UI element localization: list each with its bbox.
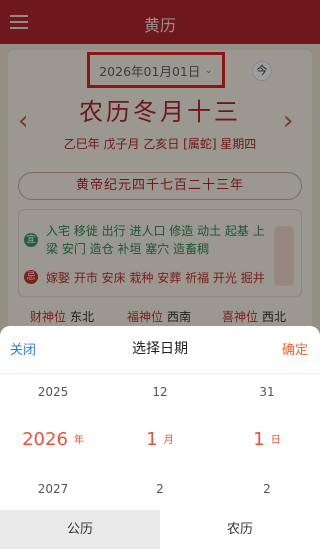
day-picker[interactable]: 31 1日 2 (214, 374, 320, 510)
day-value: 1 (253, 429, 265, 450)
day-unit: 日 (270, 435, 281, 446)
month-prev[interactable]: 12 (107, 385, 213, 399)
year-current[interactable]: 2026 年 (0, 429, 106, 450)
tab-lunar[interactable]: 农历 (160, 510, 320, 549)
year-picker[interactable]: 2025 2026 年 2027 (0, 374, 106, 510)
year-unit: 年 (73, 435, 84, 446)
calendar-type-tabs: 公历 农历 (0, 510, 320, 549)
month-value: 1 (146, 429, 158, 450)
day-prev[interactable]: 31 (214, 385, 320, 399)
confirm-button[interactable]: 确定 (282, 339, 308, 358)
day-current[interactable]: 1日 (214, 429, 320, 450)
year-prev[interactable]: 2025 (0, 385, 106, 399)
month-unit: 月 (163, 435, 174, 446)
tab-gregorian[interactable]: 公历 (0, 510, 160, 549)
month-next[interactable]: 2 (107, 482, 213, 496)
month-picker[interactable]: 12 1月 2 (107, 374, 213, 510)
year-value: 2026 (22, 429, 68, 450)
day-next[interactable]: 2 (214, 482, 320, 496)
month-current[interactable]: 1月 (107, 429, 213, 450)
year-next[interactable]: 2027 (0, 482, 106, 496)
picker-title: 选择日期 (132, 341, 188, 357)
